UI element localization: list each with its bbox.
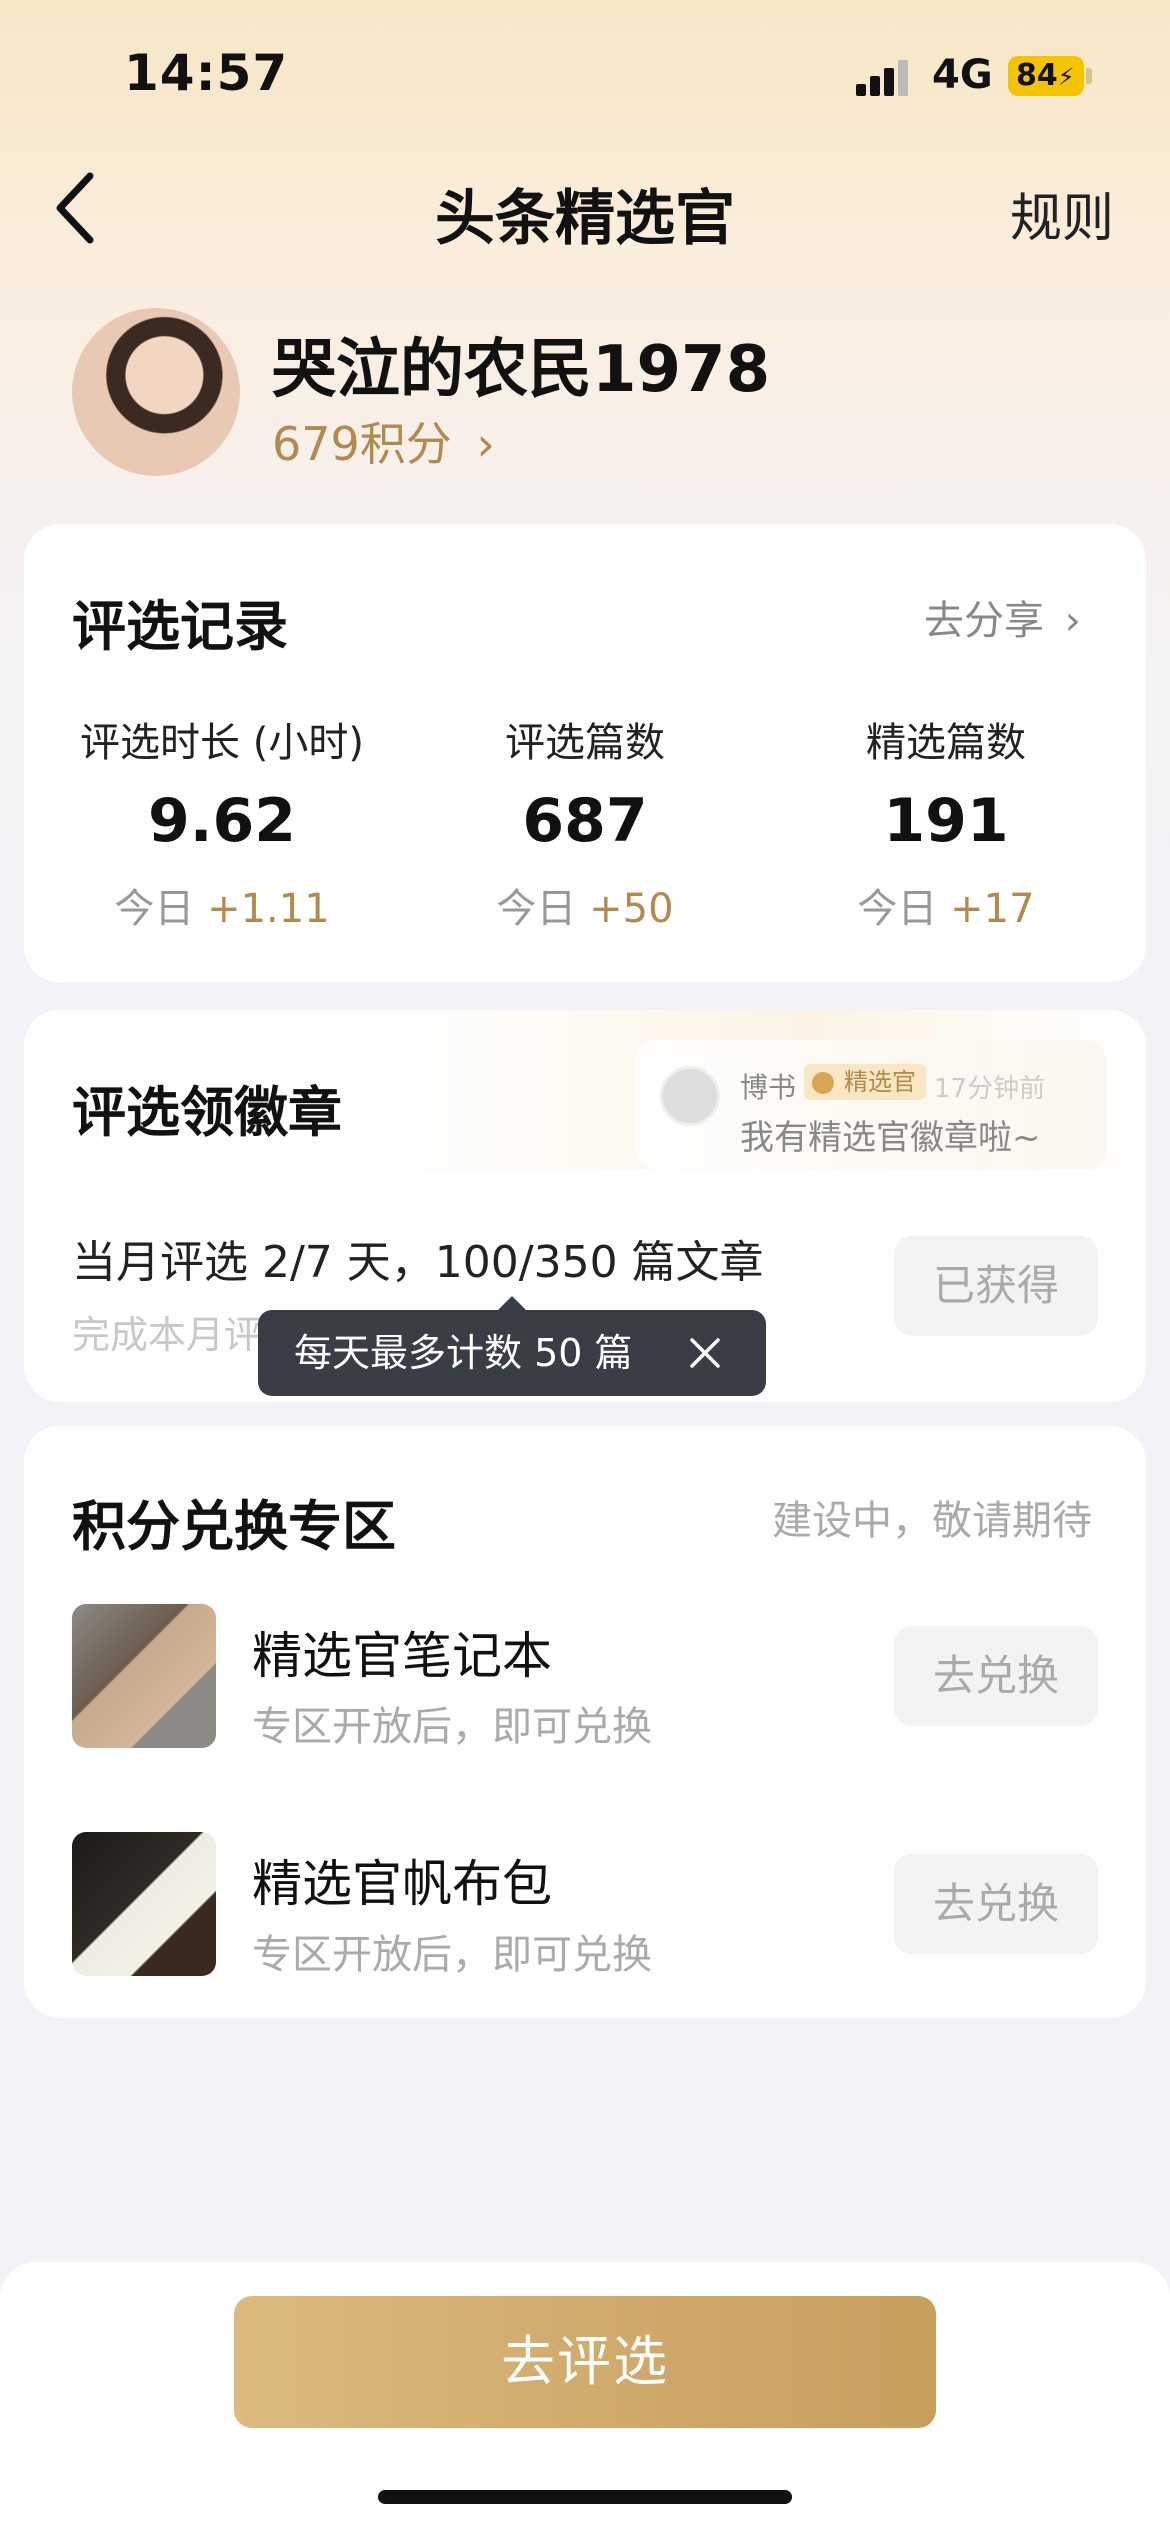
stat-label-selected: 精选篇数 (866, 720, 1026, 766)
product-name: 精选官笔记本 (252, 1627, 552, 1685)
stat-value-reviewed: 687 (522, 786, 648, 856)
exchange-status: 建设中，敬请期待 (772, 1498, 1092, 1544)
page-title: 头条精选官 (435, 184, 735, 254)
avatar[interactable] (72, 308, 240, 476)
username: 哭泣的农民1978 (272, 333, 771, 407)
notebook-image (72, 1604, 216, 1748)
signal-icon (856, 60, 916, 96)
today-prefix: 今日 (114, 886, 195, 932)
stat-today-reviewed: 今日 +50 (405, 876, 765, 934)
stat-value-duration: 9.62 (147, 786, 297, 856)
bubble-time: 17分钟前 (934, 1074, 1046, 1104)
monthly-progress: 当月评选 2/7 天，100/350 篇文章 (72, 1237, 764, 1288)
share-link[interactable]: 去分享 › (924, 588, 1081, 646)
stat-label-duration: 评选时长 (小时) (80, 720, 364, 766)
redeem-button[interactable]: 去兑换 (894, 1626, 1098, 1726)
badge-obtained-button[interactable]: 已获得 (894, 1236, 1098, 1336)
redeem-button[interactable]: 去兑换 (894, 1854, 1098, 1954)
chevron-right-icon: › (1064, 598, 1081, 644)
battery-cap (1086, 68, 1092, 84)
today-delta: +1.11 (207, 886, 330, 932)
tote-bag-image (72, 1832, 216, 1976)
exchange-title: 积分兑换专区 (72, 1495, 396, 1558)
record-title: 评选记录 (72, 595, 288, 658)
status-time: 14:57 (124, 44, 289, 102)
verified-icon (812, 1072, 834, 1094)
bubble-text: 我有精选官徽章啦~ (740, 1118, 1041, 1158)
stat-label-reviewed: 评选篇数 (505, 720, 665, 766)
today-prefix: 今日 (496, 886, 577, 932)
battery-level: 84 (1016, 58, 1058, 93)
chevron-right-icon: › (476, 417, 495, 471)
points-link[interactable]: 679积分 › (272, 408, 495, 474)
network-label: 4G (932, 52, 993, 98)
battery-icon: 84⚡ (1008, 56, 1084, 96)
stat-today-selected: 今日 +17 (766, 876, 1126, 934)
badge-title: 评选领徽章 (72, 1081, 342, 1144)
rules-link[interactable]: 规则 (1010, 176, 1114, 251)
stat-today-duration: 今日 +1.11 (42, 876, 402, 934)
product-sub: 专区开放后，即可兑换 (252, 1704, 652, 1750)
share-label: 去分享 (924, 598, 1044, 644)
product-sub: 专区开放后，即可兑换 (252, 1932, 652, 1978)
bubble-avatar (660, 1066, 720, 1126)
stat-value-selected: 191 (883, 786, 1009, 856)
home-indicator[interactable] (378, 2490, 792, 2504)
today-prefix: 今日 (857, 886, 938, 932)
close-icon[interactable] (688, 1336, 722, 1370)
tooltip-arrow (498, 1296, 526, 1310)
today-delta: +17 (950, 886, 1035, 932)
product-name: 精选官帆布包 (252, 1855, 552, 1913)
points-value: 679积分 (272, 417, 452, 471)
today-delta: +50 (589, 886, 674, 932)
bubble-name: 博书 (740, 1071, 797, 1104)
go-review-button[interactable]: 去评选 (234, 2296, 936, 2428)
